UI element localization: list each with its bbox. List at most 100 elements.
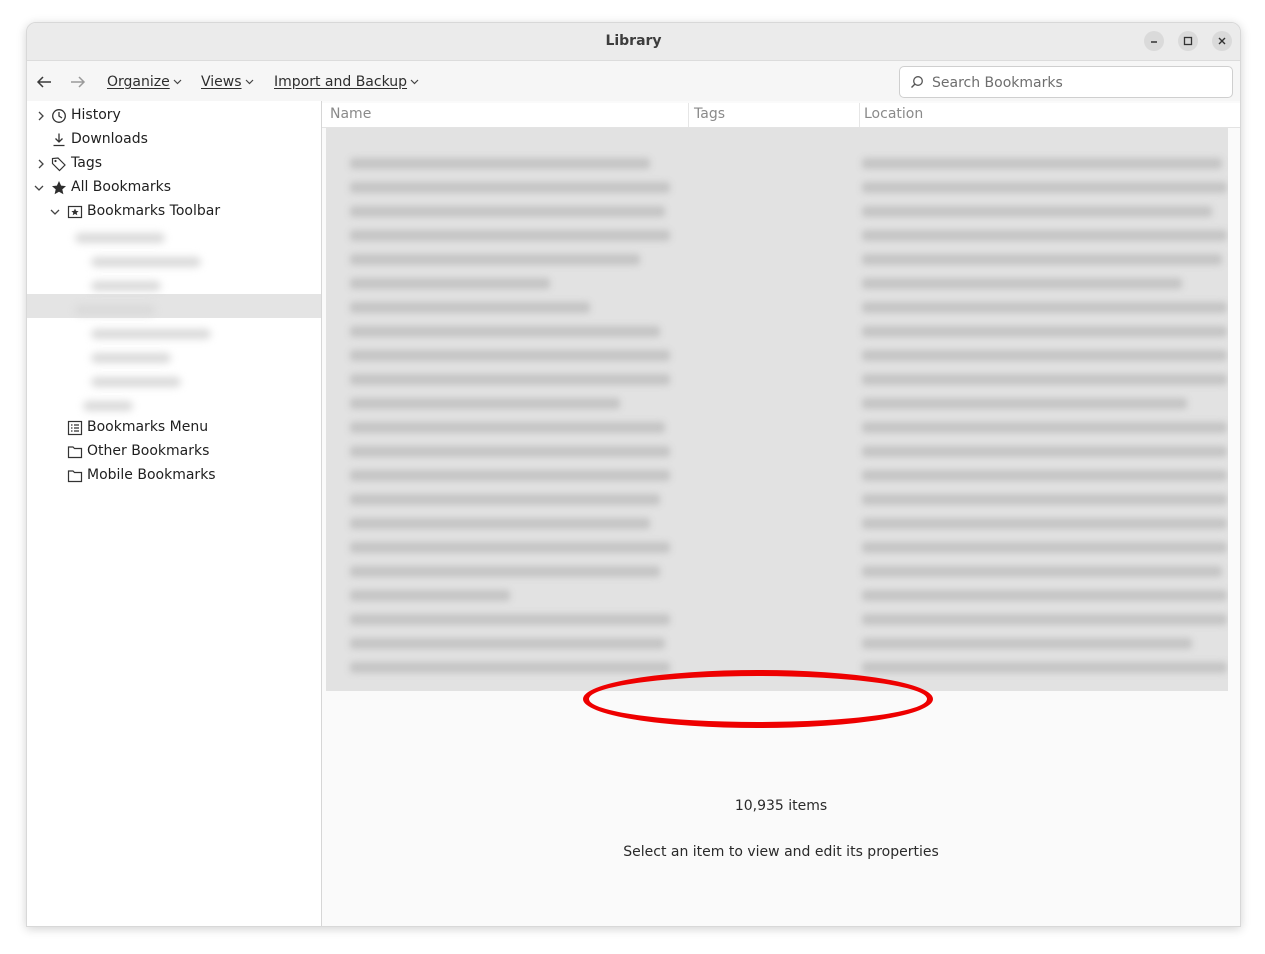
sidebar-item-downloads[interactable]: Downloads [27,128,321,152]
blurred-folder [75,305,155,315]
close-icon [1218,37,1226,45]
blurred-row-name [350,566,660,577]
sidebar-item-tags[interactable]: Tags [27,152,321,176]
column-divider[interactable] [859,103,860,127]
blurred-row-name [350,662,670,673]
blurred-row-name [350,518,650,529]
blurred-row-name [350,494,660,505]
forward-button[interactable] [66,71,90,93]
blurred-row-name [350,398,620,409]
annotation-ellipse [583,670,933,728]
sidebar-item-bookmarks-menu[interactable]: Bookmarks Menu [27,416,321,440]
sidebar-item-label: All Bookmarks [71,179,172,195]
blurred-row-location [862,206,1212,217]
search-icon [911,76,923,88]
download-icon [53,133,65,147]
blurred-row-name [350,302,590,313]
chevron-down-icon[interactable] [49,206,61,218]
minimize-icon [1151,41,1157,43]
folder-icon [67,446,83,459]
blurred-row-location [862,350,1227,361]
sidebar-item-label: Bookmarks Menu [87,419,209,435]
content-pane: Name Tags Location 10,935 items Select a… [322,101,1240,926]
blurred-row-location [862,182,1227,193]
column-location[interactable]: Location [864,106,923,122]
import-backup-menu[interactable]: Import and Backup [274,74,419,90]
back-arrow-icon [36,76,51,88]
views-menu-label: Views [201,74,242,90]
sidebar-item-mobile-bookmarks[interactable]: Mobile Bookmarks [27,464,321,488]
maximize-button[interactable] [1178,31,1198,51]
blurred-row-location [862,398,1187,409]
chevron-down-icon [245,79,253,85]
sidebar-item-label: History [71,107,121,123]
blurred-row-location [862,158,1222,169]
bookmark-list[interactable] [326,128,1228,691]
chevron-right-icon[interactable] [35,158,47,170]
blurred-row-location [862,470,1227,481]
blurred-row-location [862,566,1222,577]
chevron-right-icon[interactable] [35,110,47,122]
back-button[interactable] [32,71,56,93]
search-input[interactable] [930,67,1224,99]
blurred-row-name [350,350,670,361]
blurred-row-name [350,638,665,649]
column-tags[interactable]: Tags [694,106,725,122]
import-backup-menu-label: Import and Backup [274,74,408,90]
blurred-row-location [862,302,1227,313]
blurred-row-location [862,422,1227,433]
minimize-button[interactable] [1144,31,1164,51]
toolbar: Organize Views Import and Backup [27,61,1240,101]
selected-row-highlight [27,294,321,318]
views-menu[interactable]: Views [201,74,254,90]
blurred-row-location [862,662,1227,673]
sidebar-item-label: Mobile Bookmarks [87,467,216,483]
sidebar-tree: History Downloads Tags All Bookmarks Boo… [27,101,322,926]
blurred-row-name [350,158,650,169]
organize-menu[interactable]: Organize [107,74,182,90]
chevron-down-icon [410,79,419,85]
blurred-row-location [862,446,1227,457]
blurred-row-name [350,446,670,457]
blurred-row-name [350,254,640,265]
clock-icon [52,109,66,123]
blurred-row-name [350,278,550,289]
blurred-folder [83,401,133,411]
blurred-row-location [862,518,1227,529]
blurred-row-location [862,374,1227,385]
blurred-row-name [350,590,510,601]
blurred-row-name [350,614,670,625]
window-title: Library [605,33,662,49]
sidebar-item-history[interactable]: History [27,104,321,128]
blurred-folder [91,329,211,339]
blurred-row-name [350,230,670,241]
sidebar-item-all-bookmarks[interactable]: All Bookmarks [27,176,321,200]
star-icon [52,181,66,195]
blurred-row-location [862,494,1227,505]
title-bar: Library [27,23,1240,61]
chevron-down-icon[interactable] [33,182,45,194]
blurred-row-name [350,470,670,481]
blurred-row-name [350,542,670,553]
maximize-icon [1183,36,1193,46]
column-name[interactable]: Name [330,106,371,122]
search-box[interactable] [899,66,1233,99]
sidebar-item-bookmarks-toolbar[interactable]: Bookmarks Toolbar [27,200,321,224]
folder-icon [67,470,83,483]
blurred-row-name [350,422,665,433]
chevron-down-icon [173,79,182,85]
blurred-row-location [862,590,1227,601]
tag-icon [51,157,66,172]
blurred-folder [91,281,161,291]
sidebar-item-label: Bookmarks Toolbar [87,203,221,219]
sidebar-item-label: Downloads [71,131,148,147]
library-window: Library Organize Views Import and Backup [26,22,1241,927]
blurred-row-location [862,230,1227,241]
sidebar-item-other-bookmarks[interactable]: Other Bookmarks [27,440,321,464]
blurred-row-name [350,374,670,385]
close-button[interactable] [1212,31,1232,51]
column-divider[interactable] [688,103,689,127]
blurred-row-name [350,206,665,217]
blurred-bookmark-rows [326,128,1228,691]
item-count: 10,935 items [734,798,828,814]
